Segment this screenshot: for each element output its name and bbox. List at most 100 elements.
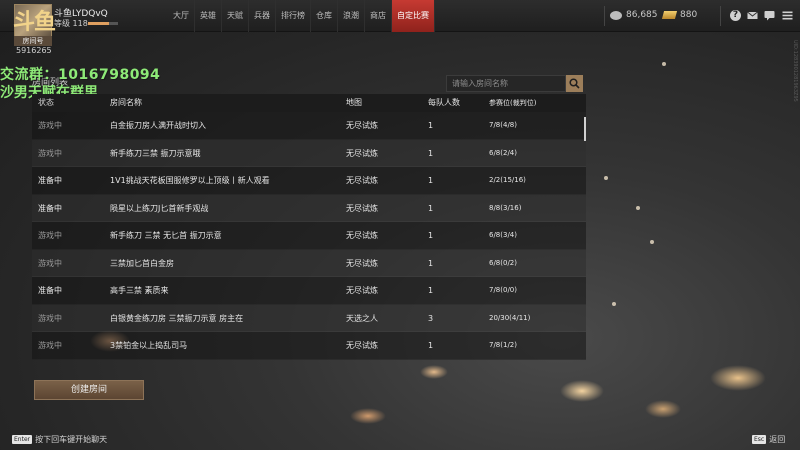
table-row[interactable]: 游戏中 白银黄金练刀房 三禁振刀示意 房主在 天选之人 3 20/30(4/11)	[32, 304, 586, 332]
nav-tab[interactable]: 仓库	[311, 0, 338, 32]
room-name: 高手三禁 素质来	[110, 286, 169, 295]
room-team-size: 1	[428, 341, 434, 350]
header-slots: 参赛位(裁判位)	[489, 99, 537, 107]
room-team-size: 3	[428, 313, 434, 323]
table-row[interactable]: 游戏中 白金振刀房人满开战时切入 无尽试炼 1 7/8(4/8)	[32, 112, 586, 140]
room-team-size: 1	[428, 258, 434, 268]
ambient-particle	[636, 206, 640, 210]
room-map: 无尽试炼	[346, 148, 378, 158]
menu-icon[interactable]	[782, 10, 793, 21]
top-bar: 斗鱼 斗鱼LYDQvQ 等级 118 大厅 英雄 天赋 兵器 排行榜 仓库 浪潮 商店 自定比赛…	[0, 0, 800, 38]
room-map: 无尽试炼	[346, 176, 378, 185]
table-row[interactable]: 游戏中 3禁铂金以上捣乱司马 无尽试炼 1 7/8(1/2)	[32, 332, 586, 360]
room-map: 无尽试炼	[346, 231, 378, 240]
ambient-light	[420, 365, 448, 379]
room-status: 准备中	[38, 203, 62, 213]
back-button[interactable]: Esc 返回	[752, 434, 785, 445]
back-label: 返回	[769, 435, 786, 444]
room-slots: 6/8(0/2)	[489, 258, 517, 267]
header-map: 地图	[346, 98, 362, 107]
room-status: 游戏中	[38, 148, 62, 158]
room-team-size: 1	[428, 231, 434, 240]
table-row[interactable]: 游戏中 新手练刀 三禁 无匕首 振刀示意 无尽试炼 1 6/8(3/4)	[32, 222, 586, 250]
ambient-particle	[612, 302, 616, 306]
ambient-light	[645, 400, 681, 418]
nav-tab[interactable]: 浪潮	[338, 0, 365, 32]
level-progress-bar	[88, 22, 118, 25]
coin-balance: 86,685	[610, 10, 658, 20]
room-status: 游戏中	[38, 231, 62, 240]
room-name: 陨星以上练刀J匕首新手观战	[110, 203, 209, 213]
nav-tab[interactable]: 兵器	[249, 0, 276, 32]
avatar[interactable]: 斗鱼	[13, 4, 56, 38]
room-slots: 6/8(3/4)	[489, 231, 517, 239]
coin-amount: 86,685	[626, 10, 658, 20]
gold-amount: 880	[680, 10, 698, 20]
table-scrollbar[interactable]	[584, 117, 586, 141]
room-map: 无尽试炼	[346, 203, 378, 213]
table-row[interactable]: 游戏中 三禁加匕首白金房 无尽试炼 1 6/8(0/2)	[32, 249, 586, 277]
gold-balance: 880	[661, 10, 698, 20]
room-name: 3禁铂金以上捣乱司马	[110, 341, 188, 350]
room-status: 准备中	[38, 176, 62, 185]
header-team-size: 每队人数	[428, 98, 460, 107]
room-name: 白金振刀房人满开战时切入	[110, 121, 206, 130]
room-status: 准备中	[38, 286, 62, 295]
room-status: 游戏中	[38, 313, 62, 323]
room-team-size: 1	[428, 286, 434, 295]
mail-icon[interactable]	[747, 10, 758, 21]
ambient-light	[560, 380, 604, 402]
search-button[interactable]	[566, 75, 583, 92]
table-row[interactable]: 准备中 陨星以上练刀J匕首新手观战 无尽试炼 1 8/8(3/16)	[32, 194, 586, 222]
message-icon[interactable]	[764, 10, 775, 21]
gold-bar-icon	[661, 11, 678, 19]
ambient-light	[350, 408, 386, 424]
room-search-input[interactable]: 请输入房间名称	[446, 75, 566, 92]
room-status: 游戏中	[38, 258, 62, 268]
ambient-light	[710, 365, 766, 391]
search-icon	[569, 78, 580, 89]
room-map: 无尽试炼	[346, 258, 378, 268]
room-slots: 20/30(4/11)	[489, 313, 531, 322]
room-map: 无尽试炼	[346, 341, 378, 350]
room-name: 新手练刀三禁 振刀示意哦	[110, 148, 201, 158]
nav-tab[interactable]: 天赋	[222, 0, 249, 32]
divider	[720, 6, 721, 26]
ambient-particle	[650, 240, 654, 244]
chat-hint: Enter 按下回车键开始聊天	[12, 434, 107, 445]
room-slots: 8/8(3/16)	[489, 203, 522, 212]
enter-key-badge: Enter	[12, 435, 33, 444]
stream-overlay-group-number: 交流群：1016798094	[0, 67, 161, 83]
room-team-size: 1	[428, 121, 434, 130]
room-slots: 7/8(4/8)	[489, 121, 517, 129]
help-icon[interactable]: ?	[730, 10, 741, 21]
room-map: 天选之人	[346, 313, 378, 323]
room-slots: 6/8(2/4)	[489, 148, 517, 157]
room-name: 1V1挑战天花板国服修罗以上顶级丨新人观看	[110, 176, 270, 185]
table-row[interactable]: 准备中 高手三禁 素质来 无尽试炼 1 7/8(0/0)	[32, 277, 586, 305]
uid-watermark: UID:1283901281963Z95	[792, 40, 798, 102]
room-tag: 房间号	[14, 36, 52, 46]
room-table: 状态 房间名称 地图 每队人数 参赛位(裁判位) 游戏中 白金振刀房人满开战时切入…	[32, 94, 586, 360]
main-nav: 大厅 英雄 天赋 兵器 排行榜 仓库 浪潮 商店 自定比赛	[168, 0, 435, 32]
nav-tab[interactable]: 排行榜	[276, 0, 311, 32]
table-body: 游戏中 白金振刀房人满开战时切入 无尽试炼 1 7/8(4/8) 游戏中 新手练刀三禁 振刀…	[32, 112, 586, 360]
room-team-size: 1	[428, 148, 434, 158]
table-row[interactable]: 游戏中 新手练刀三禁 振刀示意哦 无尽试炼 1 6/8(2/4)	[32, 139, 586, 167]
nav-tab[interactable]: 商店	[365, 0, 392, 32]
room-map: 无尽试炼	[346, 121, 378, 130]
room-id: 5916265	[16, 46, 52, 55]
room-team-size: 1	[428, 203, 434, 213]
nav-tab[interactable]: 自定比赛	[392, 0, 435, 32]
nav-tab[interactable]: 英雄	[195, 0, 222, 32]
esc-key-badge: Esc	[752, 435, 767, 444]
divider	[604, 6, 605, 26]
room-status: 游戏中	[38, 121, 62, 130]
room-slots: 7/8(0/0)	[489, 286, 517, 294]
room-name: 白银黄金练刀房 三禁振刀示意 房主在	[110, 313, 244, 323]
nav-tab[interactable]: 大厅	[168, 0, 195, 32]
table-row[interactable]: 准备中 1V1挑战天花板国服修罗以上顶级丨新人观看 无尽试炼 1 2/2(15/16)	[32, 167, 586, 195]
room-name: 三禁加匕首白金房	[110, 258, 174, 268]
room-slots: 7/8(1/2)	[489, 341, 517, 349]
create-room-button[interactable]: 创建房间	[34, 380, 144, 400]
